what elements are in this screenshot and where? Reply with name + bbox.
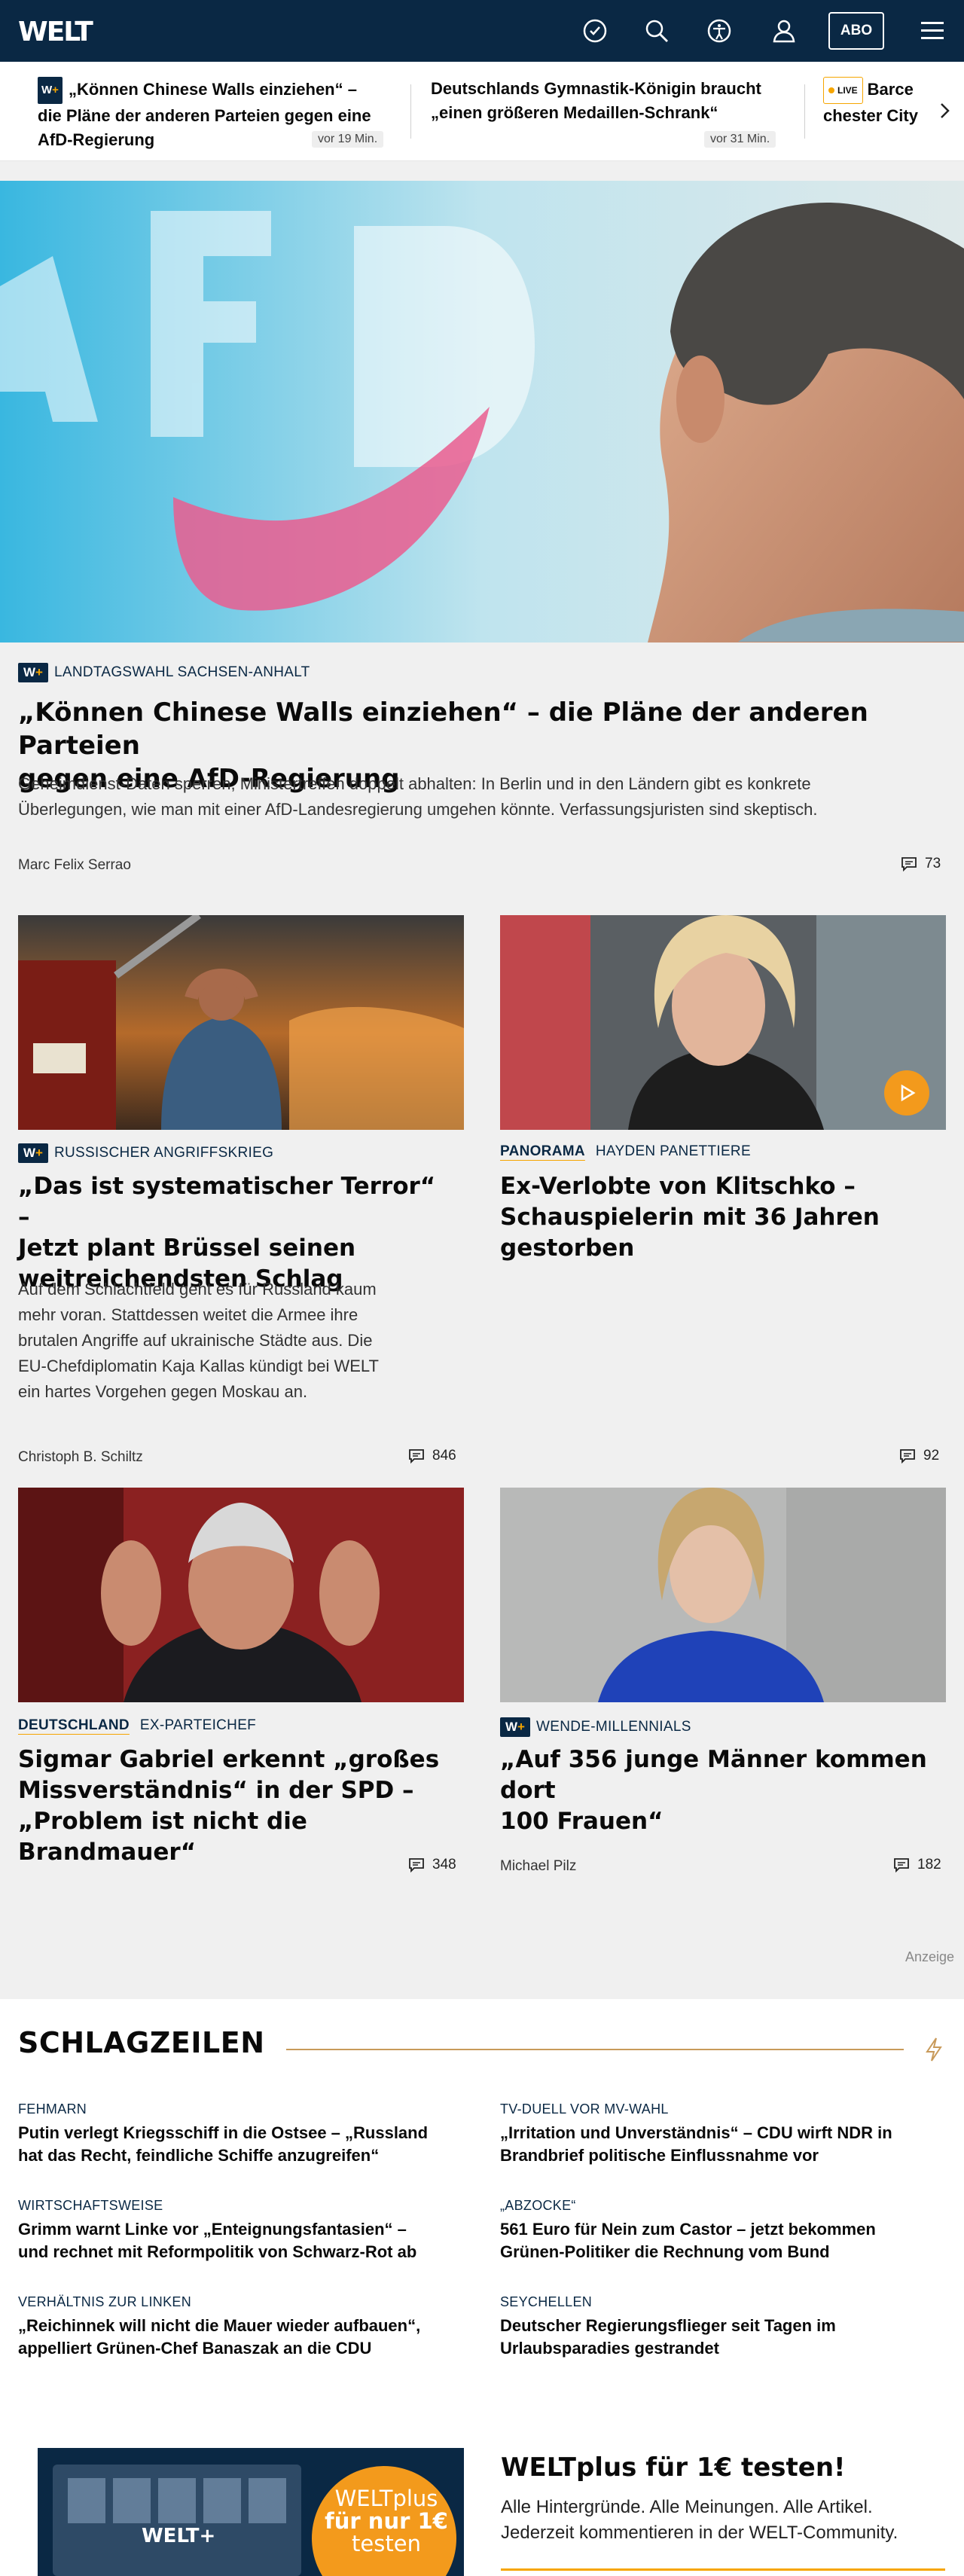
comment-count[interactable]: 182: [893, 1857, 941, 1873]
kicker-label: WENDE-MILLENNIALS: [535, 1719, 691, 1735]
play-video-icon[interactable]: [884, 1070, 929, 1116]
headline-item[interactable]: „ABZOCKE“ 561 Euro für Nein zum Castor –…: [500, 2198, 937, 2263]
headline-title: Putin verlegt Kriegsschiff in die Ostsee…: [18, 2123, 429, 2165]
card-kicker[interactable]: W+ WENDE-MILLENNIALS: [500, 1717, 691, 1737]
user-icon[interactable]: [769, 16, 799, 46]
kicker-label: LANDTAGSWAHL SACHSEN-ANHALT: [53, 664, 310, 680]
card-teaser: Auf dem Schlachtfeld geht es für Russlan…: [18, 1280, 379, 1401]
headline-title: „Reichinnek will nicht die Mauer wieder …: [18, 2316, 421, 2358]
kicker-label: FEHMARN: [18, 2101, 87, 2117]
welt-plus-badge: W+: [18, 663, 48, 682]
badge-line: testen: [352, 2531, 421, 2556]
department-label: DEUTSCHLAND: [18, 1717, 130, 1733]
promo-title[interactable]: WELTplus für 1€ testen!: [501, 2452, 846, 2483]
top-navigation: WELT ABO: [0, 0, 964, 62]
article-image[interactable]: [500, 915, 946, 1130]
ad-label: Anzeige: [905, 1949, 955, 1964]
headline-item[interactable]: SEYCHELLEN Deutscher Regierungsflieger s…: [500, 2294, 937, 2360]
kicker-label: RUSSISCHER ANGRIFFSKRIEG: [53, 1145, 274, 1161]
comment-count[interactable]: 348: [408, 1857, 456, 1873]
kicker-label: WIRTSCHAFTSWEISE: [18, 2198, 163, 2213]
menu-icon[interactable]: [917, 16, 947, 46]
search-icon[interactable]: [642, 16, 672, 46]
welt-plus-badge: W+: [500, 1717, 530, 1737]
card-headline[interactable]: Ex-Verlobte von Klitschko – Schauspieleri…: [500, 1171, 937, 1264]
article-image[interactable]: [18, 1488, 464, 1702]
welt-plus-badge: W+: [38, 77, 63, 104]
kicker-label: VERHÄLTNIS ZUR LINKEN: [18, 2294, 192, 2309]
card-headline[interactable]: Sigmar Gabriel erkennt „großes Missverstä…: [18, 1744, 455, 1868]
article-image[interactable]: [18, 915, 464, 1130]
promo-text: Alle Hintergründe. Alle Meinungen. Alle …: [501, 2497, 898, 2543]
comment-icon: [900, 1449, 915, 1463]
headline-item[interactable]: WIRTSCHAFTSWEISE Grimm warnt Linke vor „…: [18, 2198, 455, 2263]
kicker-label: TV-DUELL VOR MV-WAHL: [500, 2101, 669, 2117]
comment-icon: [901, 857, 917, 871]
welt-plus-promo-image[interactable]: WELT+ WELTplus für nur 1€ testen: [38, 2448, 464, 2576]
author-name[interactable]: Marc Felix Serrao: [18, 857, 131, 874]
ticker-item[interactable]: LIVE Barce chester City: [823, 77, 944, 128]
clock-icon[interactable]: [580, 16, 610, 46]
author-name[interactable]: Christoph B. Schiltz: [18, 1449, 143, 1466]
badge-line: für nur 1€: [325, 2508, 448, 2534]
ticker-title: Deutschlands Gymnastik-Königin braucht „…: [431, 79, 761, 122]
badge-line: WELTplus: [334, 2486, 438, 2511]
headline-title: „Irritation und Unverständnis“ – CDU wir…: [500, 2123, 892, 2165]
live-badge: LIVE: [823, 77, 863, 104]
abo-button[interactable]: ABO: [828, 12, 884, 50]
kicker-label: EX-PARTEICHEF: [139, 1717, 257, 1733]
accessibility-icon[interactable]: [704, 16, 734, 46]
headline-item[interactable]: FEHMARN Putin verlegt Kriegsschiff in di…: [18, 2101, 455, 2167]
kicker-label: HAYDEN PANETTIERE: [595, 1143, 751, 1159]
headline-title: Grimm warnt Linke vor „Enteignungsfantas…: [18, 2220, 417, 2261]
card-kicker[interactable]: DEUTSCHLAND EX-PARTEICHEF: [18, 1717, 256, 1734]
chevron-right-icon[interactable]: [934, 99, 956, 122]
ticker-timestamp: vor 19 Min.: [312, 131, 384, 148]
welt-plus-badge: W+: [18, 1143, 48, 1163]
ticker-timestamp: vor 31 Min.: [704, 131, 776, 148]
section-title: SCHLAGZEILEN: [18, 2026, 265, 2059]
divider: [804, 84, 805, 139]
divider: [410, 84, 411, 139]
department-label: PANORAMA: [500, 1143, 585, 1159]
headline-item[interactable]: TV-DUELL VOR MV-WAHL „Irritation und Unv…: [500, 2101, 937, 2167]
author-name[interactable]: Michael Pilz: [500, 1858, 576, 1875]
headline-title: Deutscher Regierungsflieger seit Tagen i…: [500, 2316, 836, 2358]
comment-icon: [409, 1449, 424, 1463]
lightning-icon: [923, 2037, 945, 2062]
welt-logo[interactable]: WELT: [18, 17, 93, 47]
hero-kicker[interactable]: W+ LANDTAGSWAHL SACHSEN-ANHALT: [18, 663, 310, 682]
card-kicker[interactable]: PANORAMA HAYDEN PANETTIERE: [500, 1143, 751, 1160]
device-logo: WELT+: [142, 2525, 216, 2547]
promo-badge: WELTplus für nur 1€ testen: [322, 2487, 450, 2555]
ticker-title: LIVE Barce chester City: [823, 77, 944, 128]
comment-count[interactable]: 73: [901, 856, 941, 872]
hero-image[interactable]: [0, 181, 964, 642]
article-image[interactable]: [500, 1488, 946, 1702]
hero-teaser: Geheimdienst-Daten sperren, Ministertref…: [18, 774, 818, 819]
headline-title: 561 Euro für Nein zum Castor – jetzt bek…: [500, 2220, 876, 2261]
card-headline[interactable]: „Auf 356 junge Männer kommen dort 100 Fra…: [500, 1744, 937, 1837]
card-kicker[interactable]: W+ RUSSISCHER ANGRIFFSKRIEG: [18, 1143, 273, 1163]
comment-count[interactable]: 846: [408, 1448, 456, 1464]
divider: [286, 2049, 904, 2050]
ticker-item[interactable]: Deutschlands Gymnastik-Königin braucht „…: [431, 77, 792, 125]
kicker-label: SEYCHELLEN: [500, 2294, 593, 2309]
comment-count[interactable]: 92: [899, 1448, 939, 1464]
news-ticker: W+ „Können Chinese Walls einziehen“ – die…: [0, 62, 964, 161]
comment-icon: [894, 1858, 909, 1872]
headline-item[interactable]: VERHÄLTNIS ZUR LINKEN „Reichinnek will n…: [18, 2294, 455, 2360]
kicker-label: „ABZOCKE“: [500, 2198, 576, 2213]
comment-icon: [409, 1858, 424, 1872]
